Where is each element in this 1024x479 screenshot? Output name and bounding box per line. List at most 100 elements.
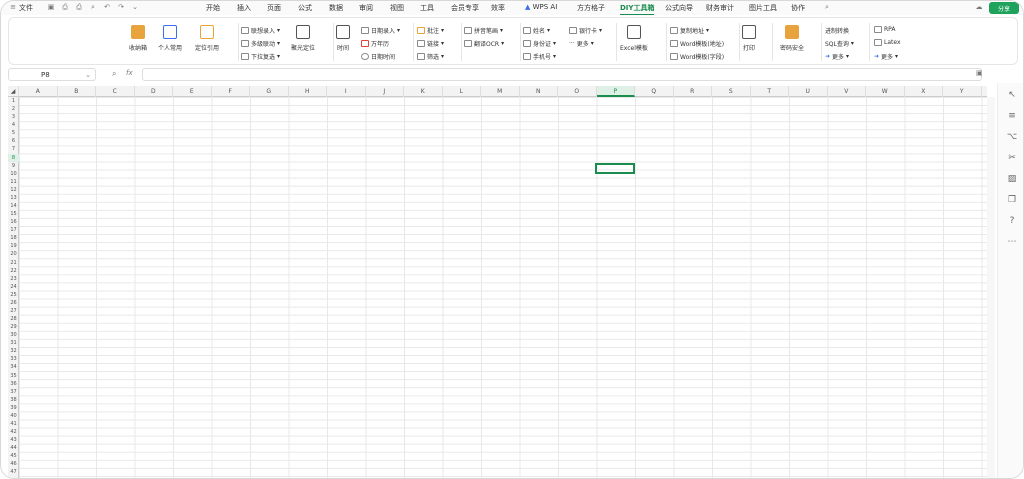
row-header-cell[interactable]: 47 xyxy=(8,468,19,476)
tab-page[interactable]: 页面 xyxy=(267,3,281,13)
row-header-cell[interactable]: 3 xyxy=(8,113,19,121)
link-button[interactable]: 链接 ▾ xyxy=(417,39,444,48)
id-card-button[interactable]: 身份证 ▾ xyxy=(523,39,556,48)
row-header-cell[interactable]: 26 xyxy=(8,299,19,307)
datetime-button[interactable]: 日期时间 xyxy=(361,52,395,61)
search-icon[interactable]: ⌕ xyxy=(821,3,833,12)
row-header-cell[interactable]: 7 xyxy=(8,145,19,153)
row-header-cell[interactable]: 20 xyxy=(8,250,19,258)
column-header-cell[interactable]: K xyxy=(404,86,443,97)
row-header-cell[interactable]: 12 xyxy=(8,186,19,194)
row-header-cell[interactable]: 14 xyxy=(8,202,19,210)
column-header-cell[interactable]: I xyxy=(327,86,366,97)
cell-grid[interactable] xyxy=(19,97,987,478)
row-header-cell[interactable]: 11 xyxy=(8,178,19,186)
tab-finance-audit[interactable]: 财务审计 xyxy=(706,3,734,13)
file-menu[interactable]: 文件 xyxy=(19,3,33,13)
tab-fangfang[interactable]: 方方格子 xyxy=(577,3,605,13)
personal-common-button[interactable]: 个人常用 xyxy=(158,25,182,52)
row-header-cell[interactable]: 31 xyxy=(8,339,19,347)
column-header-cell[interactable]: V xyxy=(828,86,866,97)
column-header-cell[interactable]: Y xyxy=(943,86,982,97)
row-header-cell[interactable]: 39 xyxy=(8,404,19,412)
select-all-corner[interactable]: ◢ xyxy=(8,86,19,97)
password-security-button[interactable]: 密码安全 xyxy=(780,25,804,52)
vertical-scrollbar[interactable] xyxy=(987,97,995,478)
column-header-cell[interactable]: F xyxy=(212,86,250,97)
share-button[interactable]: 分享 xyxy=(989,2,1019,14)
tab-tools[interactable]: 工具 xyxy=(420,3,434,13)
column-header-cell[interactable]: E xyxy=(173,86,212,97)
copy-address-button[interactable]: 复制地址 ▾ xyxy=(670,26,709,35)
column-header-cell[interactable]: N xyxy=(520,86,558,97)
row-header-cell[interactable]: 23 xyxy=(8,275,19,283)
sql-query-button[interactable]: SQL查询 ▾ xyxy=(825,39,854,48)
column-header-cell[interactable]: C xyxy=(96,86,135,97)
column-header-cell[interactable]: W xyxy=(866,86,905,97)
column-header-cell[interactable]: M xyxy=(481,86,520,97)
column-header-cell[interactable]: S xyxy=(712,86,751,97)
cursor-icon[interactable]: ↖ xyxy=(1005,89,1019,101)
row-header-cell[interactable]: 43 xyxy=(8,436,19,444)
print-icon[interactable]: ⎙ xyxy=(73,3,85,12)
more-button-3[interactable]: ➜ 更多 ▾ xyxy=(874,52,898,61)
tab-efficiency[interactable]: 效率 xyxy=(491,3,505,13)
more-icon[interactable]: ⋯ xyxy=(1005,236,1019,248)
row-header-cell[interactable]: 27 xyxy=(8,307,19,315)
row-header-cell[interactable]: 36 xyxy=(8,380,19,388)
menu-icon[interactable]: ≡ xyxy=(7,3,19,11)
export-icon[interactable]: ⎙ xyxy=(59,3,71,12)
row-header-cell[interactable]: 21 xyxy=(8,259,19,267)
row-header-cell[interactable]: 28 xyxy=(8,315,19,323)
word-template-field-button[interactable]: Word模板(字段) xyxy=(670,52,724,61)
tab-collaborate[interactable]: 协作 xyxy=(791,3,805,13)
row-header-cell[interactable]: 17 xyxy=(8,226,19,234)
tab-member[interactable]: 会员专享 xyxy=(451,3,479,13)
row-header-cell[interactable]: 5 xyxy=(8,129,19,137)
settings-sliders-icon[interactable]: ≡ xyxy=(1005,110,1019,122)
column-header-cell[interactable]: G xyxy=(250,86,289,97)
row-header-cell[interactable]: 37 xyxy=(8,388,19,396)
row-header-cell[interactable]: 9 xyxy=(8,162,19,170)
annotate-button[interactable]: 批注 ▾ xyxy=(417,26,444,35)
zoom-icon[interactable]: ⌕ xyxy=(112,69,116,79)
column-header-cell[interactable]: U xyxy=(789,86,828,97)
print-button[interactable]: 打印 xyxy=(742,25,756,52)
collect-box-button[interactable]: 收纳箱 xyxy=(129,25,147,52)
row-header-cell[interactable]: 22 xyxy=(8,267,19,275)
dropdown-multi-button[interactable]: 下拉复选 ▾ xyxy=(241,52,280,61)
tab-insert[interactable]: 插入 xyxy=(237,3,251,13)
latex-button[interactable]: Latex xyxy=(874,39,901,46)
save-icon[interactable]: ▣ xyxy=(45,3,57,11)
row-header-cell[interactable]: 2 xyxy=(8,105,19,113)
locate-ref-button[interactable]: 定位引用 xyxy=(195,25,219,52)
phone-button[interactable]: 手机号 ▾ xyxy=(523,52,556,61)
column-header-cell[interactable]: J xyxy=(366,86,404,97)
column-header-cell[interactable]: T xyxy=(751,86,789,97)
linkage-entry-button[interactable]: 联想录入 ▾ xyxy=(241,26,280,35)
excel-template-button[interactable]: Excel模板 xyxy=(620,25,648,52)
tab-wps-ai[interactable]: ▲ WPS AI xyxy=(525,3,557,11)
row-header-cell[interactable]: 33 xyxy=(8,355,19,363)
tab-formula-wizard[interactable]: 公式向导 xyxy=(665,3,693,13)
column-header-cell[interactable]: L xyxy=(443,86,481,97)
tab-home[interactable]: 开始 xyxy=(206,3,220,13)
row-header-cell[interactable]: 16 xyxy=(8,218,19,226)
tab-review[interactable]: 审阅 xyxy=(359,3,373,13)
base-convert-button[interactable]: 进制转换 xyxy=(825,26,849,35)
row-header-cell[interactable]: 45 xyxy=(8,452,19,460)
row-header-cell[interactable]: 15 xyxy=(8,210,19,218)
help-icon[interactable]: ? xyxy=(1005,215,1019,227)
more-button[interactable]: ··· 更多 ▾ xyxy=(569,39,594,48)
row-header-cell[interactable]: 24 xyxy=(8,283,19,291)
rpa-button[interactable]: RPA xyxy=(874,26,896,33)
row-header-cell[interactable]: 30 xyxy=(8,331,19,339)
pinyin-stroke-button[interactable]: 拼音笔画 ▾ xyxy=(464,26,503,35)
filter-button[interactable]: 筛选 ▾ xyxy=(417,52,444,61)
tab-data[interactable]: 数据 xyxy=(329,3,343,13)
row-header-cell[interactable]: 10 xyxy=(8,170,19,178)
image-icon[interactable]: ▨ xyxy=(1005,173,1019,185)
expand-icon[interactable]: ▣ xyxy=(976,69,983,77)
cloud-icon[interactable]: ☁ xyxy=(973,3,985,11)
row-header-cell[interactable]: 18 xyxy=(8,234,19,242)
